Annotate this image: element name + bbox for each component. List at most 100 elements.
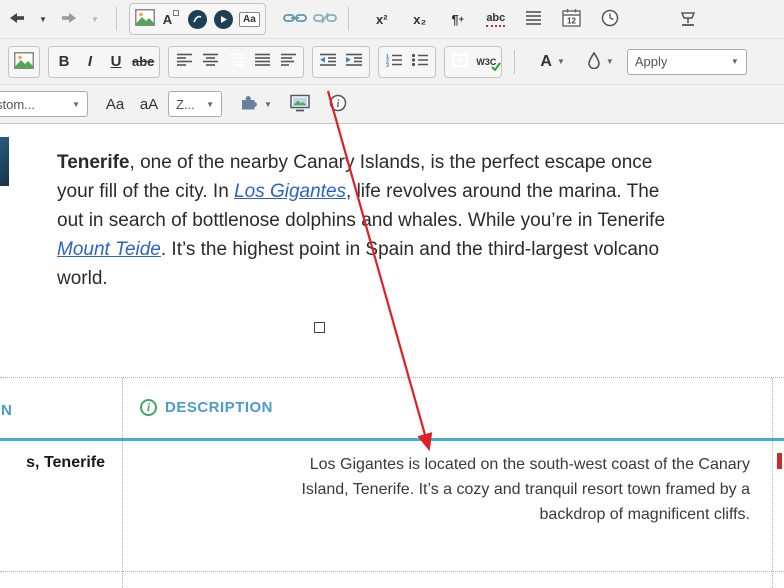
chevron-down-icon: ▼ — [556, 57, 565, 66]
align-none-icon — [280, 53, 297, 70]
puzzle-icon — [239, 94, 259, 114]
numbered-list-button[interactable]: 123 — [381, 48, 407, 76]
indent-icon — [345, 53, 363, 70]
table-column-border — [122, 378, 123, 588]
droplet-icon — [587, 51, 601, 72]
org-chart-button[interactable] — [675, 5, 701, 33]
insert-image-button[interactable] — [11, 48, 37, 76]
strikethrough-button[interactable]: abe — [129, 48, 157, 76]
justify-icon — [254, 53, 271, 70]
paragraph-line: Tenerife, one of the nearby Canary Islan… — [57, 152, 653, 173]
toolbar-divider — [514, 49, 516, 74]
insert-time-button[interactable] — [597, 5, 623, 33]
subscript-button[interactable]: x₂ — [407, 5, 433, 33]
table-cell-description[interactable]: Los Gigantes is located on the south-wes… — [140, 452, 750, 527]
redo-button[interactable] — [56, 5, 82, 33]
unlink-icon — [312, 11, 337, 28]
media-manager-button[interactable] — [210, 5, 236, 33]
clipped-red-text — [777, 453, 782, 469]
table-header-location-partial: N — [1, 402, 13, 419]
svg-text:3: 3 — [386, 63, 389, 67]
about-button[interactable]: i — [325, 90, 351, 118]
align-left-button[interactable] — [171, 48, 197, 76]
spellcheck-button[interactable]: abc — [483, 5, 509, 33]
bold-button[interactable]: B — [51, 48, 77, 76]
background-color-button[interactable]: ▼ — [584, 48, 617, 76]
table-cell-location-partial[interactable]: s, Tenerife — [0, 454, 105, 472]
description-line: backdrop of magnificent cliffs. — [539, 506, 750, 523]
svg-text:i: i — [337, 99, 340, 110]
insert-date-button[interactable]: 12 — [559, 5, 585, 33]
underline-button[interactable]: U — [103, 48, 129, 76]
zoom-dropdown[interactable]: Z... ▼ — [168, 91, 222, 117]
flash-manager-icon — [187, 9, 207, 29]
align-right-icon — [228, 53, 245, 70]
undo-button[interactable] — [4, 5, 30, 33]
new-paragraph-button[interactable]: ¶ + — [445, 5, 471, 33]
w3c-validator-icon: W3C — [476, 57, 502, 71]
toolbar-row-2: B I U abe 1 2 3 W3C A ▼ ▼ Apply ▼ — [0, 38, 784, 84]
numbered-list-icon: 123 — [385, 53, 403, 70]
info-icon: i — [140, 399, 157, 416]
superscript-button[interactable]: x² — [369, 5, 395, 33]
toolbar-divider — [116, 7, 117, 31]
xhtml-validator-button[interactable]: W3C — [473, 48, 502, 76]
selection-handle[interactable] — [314, 322, 325, 333]
stacked-lines-icon — [525, 10, 542, 28]
justify-button[interactable] — [249, 48, 275, 76]
template-manager-button[interactable]: Aa — [236, 5, 263, 33]
image-group — [8, 45, 40, 78]
table-tools-group: W3C — [444, 45, 503, 78]
insert-tools-group: x² x₂ ¶ + abc 12 — [369, 5, 701, 33]
horizontal-rule-button[interactable] — [521, 5, 547, 33]
alignment-group — [168, 45, 305, 78]
preview-button[interactable] — [287, 90, 313, 118]
podium-icon — [679, 9, 697, 30]
redo-dropdown-caret[interactable]: ▼ — [82, 5, 108, 33]
image-icon — [14, 51, 34, 72]
italic-button[interactable]: I — [77, 48, 103, 76]
bullet-list-button[interactable] — [407, 48, 433, 76]
document-canvas[interactable]: Tenerife, one of the nearby Canary Islan… — [0, 125, 784, 588]
description-line: Island, Tenerife. It’s a cozy and tranqu… — [301, 481, 750, 498]
image-manager-button[interactable] — [132, 5, 158, 33]
align-none-button[interactable] — [275, 48, 301, 76]
outdent-button[interactable] — [315, 48, 341, 76]
mount-teide-link[interactable]: Mount Teide — [57, 239, 161, 260]
calendar-icon: 12 — [562, 8, 581, 30]
document-manager-button[interactable]: A — [158, 5, 184, 33]
remove-link-button[interactable] — [310, 5, 340, 33]
paragraph-line: your fill of the city. In Los Gigantes, … — [57, 181, 660, 202]
align-center-button[interactable] — [197, 48, 223, 76]
align-right-button[interactable] — [223, 48, 249, 76]
content-image-partial[interactable] — [0, 137, 9, 186]
hyperlink-button[interactable] — [280, 5, 310, 33]
insert-module-button[interactable]: ▼ — [236, 90, 275, 118]
indent-group — [312, 45, 371, 78]
spellcheck-icon: abc — [486, 12, 506, 27]
toolbar-divider — [347, 7, 349, 31]
list-group: 123 — [378, 45, 437, 78]
bullet-list-icon — [411, 53, 429, 70]
font-style-group: B I U abe — [48, 45, 161, 78]
custom-links-dropdown[interactable]: stom... ▼ — [0, 91, 88, 117]
table-column-border — [772, 378, 773, 588]
los-gigantes-link[interactable]: Los Gigantes — [234, 181, 346, 202]
flash-manager-button[interactable] — [184, 5, 210, 33]
paragraph-line: out in search of bottlenose dolphins and… — [57, 210, 666, 231]
uppercase-button[interactable]: Aa — [102, 90, 128, 118]
align-left-icon — [176, 53, 193, 70]
apply-css-class-dropdown[interactable]: Apply ▼ — [626, 48, 747, 75]
lowercase-button[interactable]: aA — [136, 90, 162, 118]
svg-text:12: 12 — [567, 17, 576, 26]
paragraph-block: Tenerife, one of the nearby Canary Islan… — [57, 148, 784, 293]
redo-arrow-icon — [61, 12, 77, 27]
media-manager-icon — [213, 9, 233, 29]
foreground-color-button[interactable]: A ▼ — [537, 48, 567, 76]
table-grid-icon — [452, 53, 469, 70]
toggle-table-borders-button[interactable] — [447, 48, 473, 76]
indent-button[interactable] — [341, 48, 367, 76]
info-icon: i — [329, 94, 347, 115]
undo-dropdown-caret[interactable]: ▼ — [30, 5, 56, 33]
table-header-rule — [0, 438, 784, 441]
